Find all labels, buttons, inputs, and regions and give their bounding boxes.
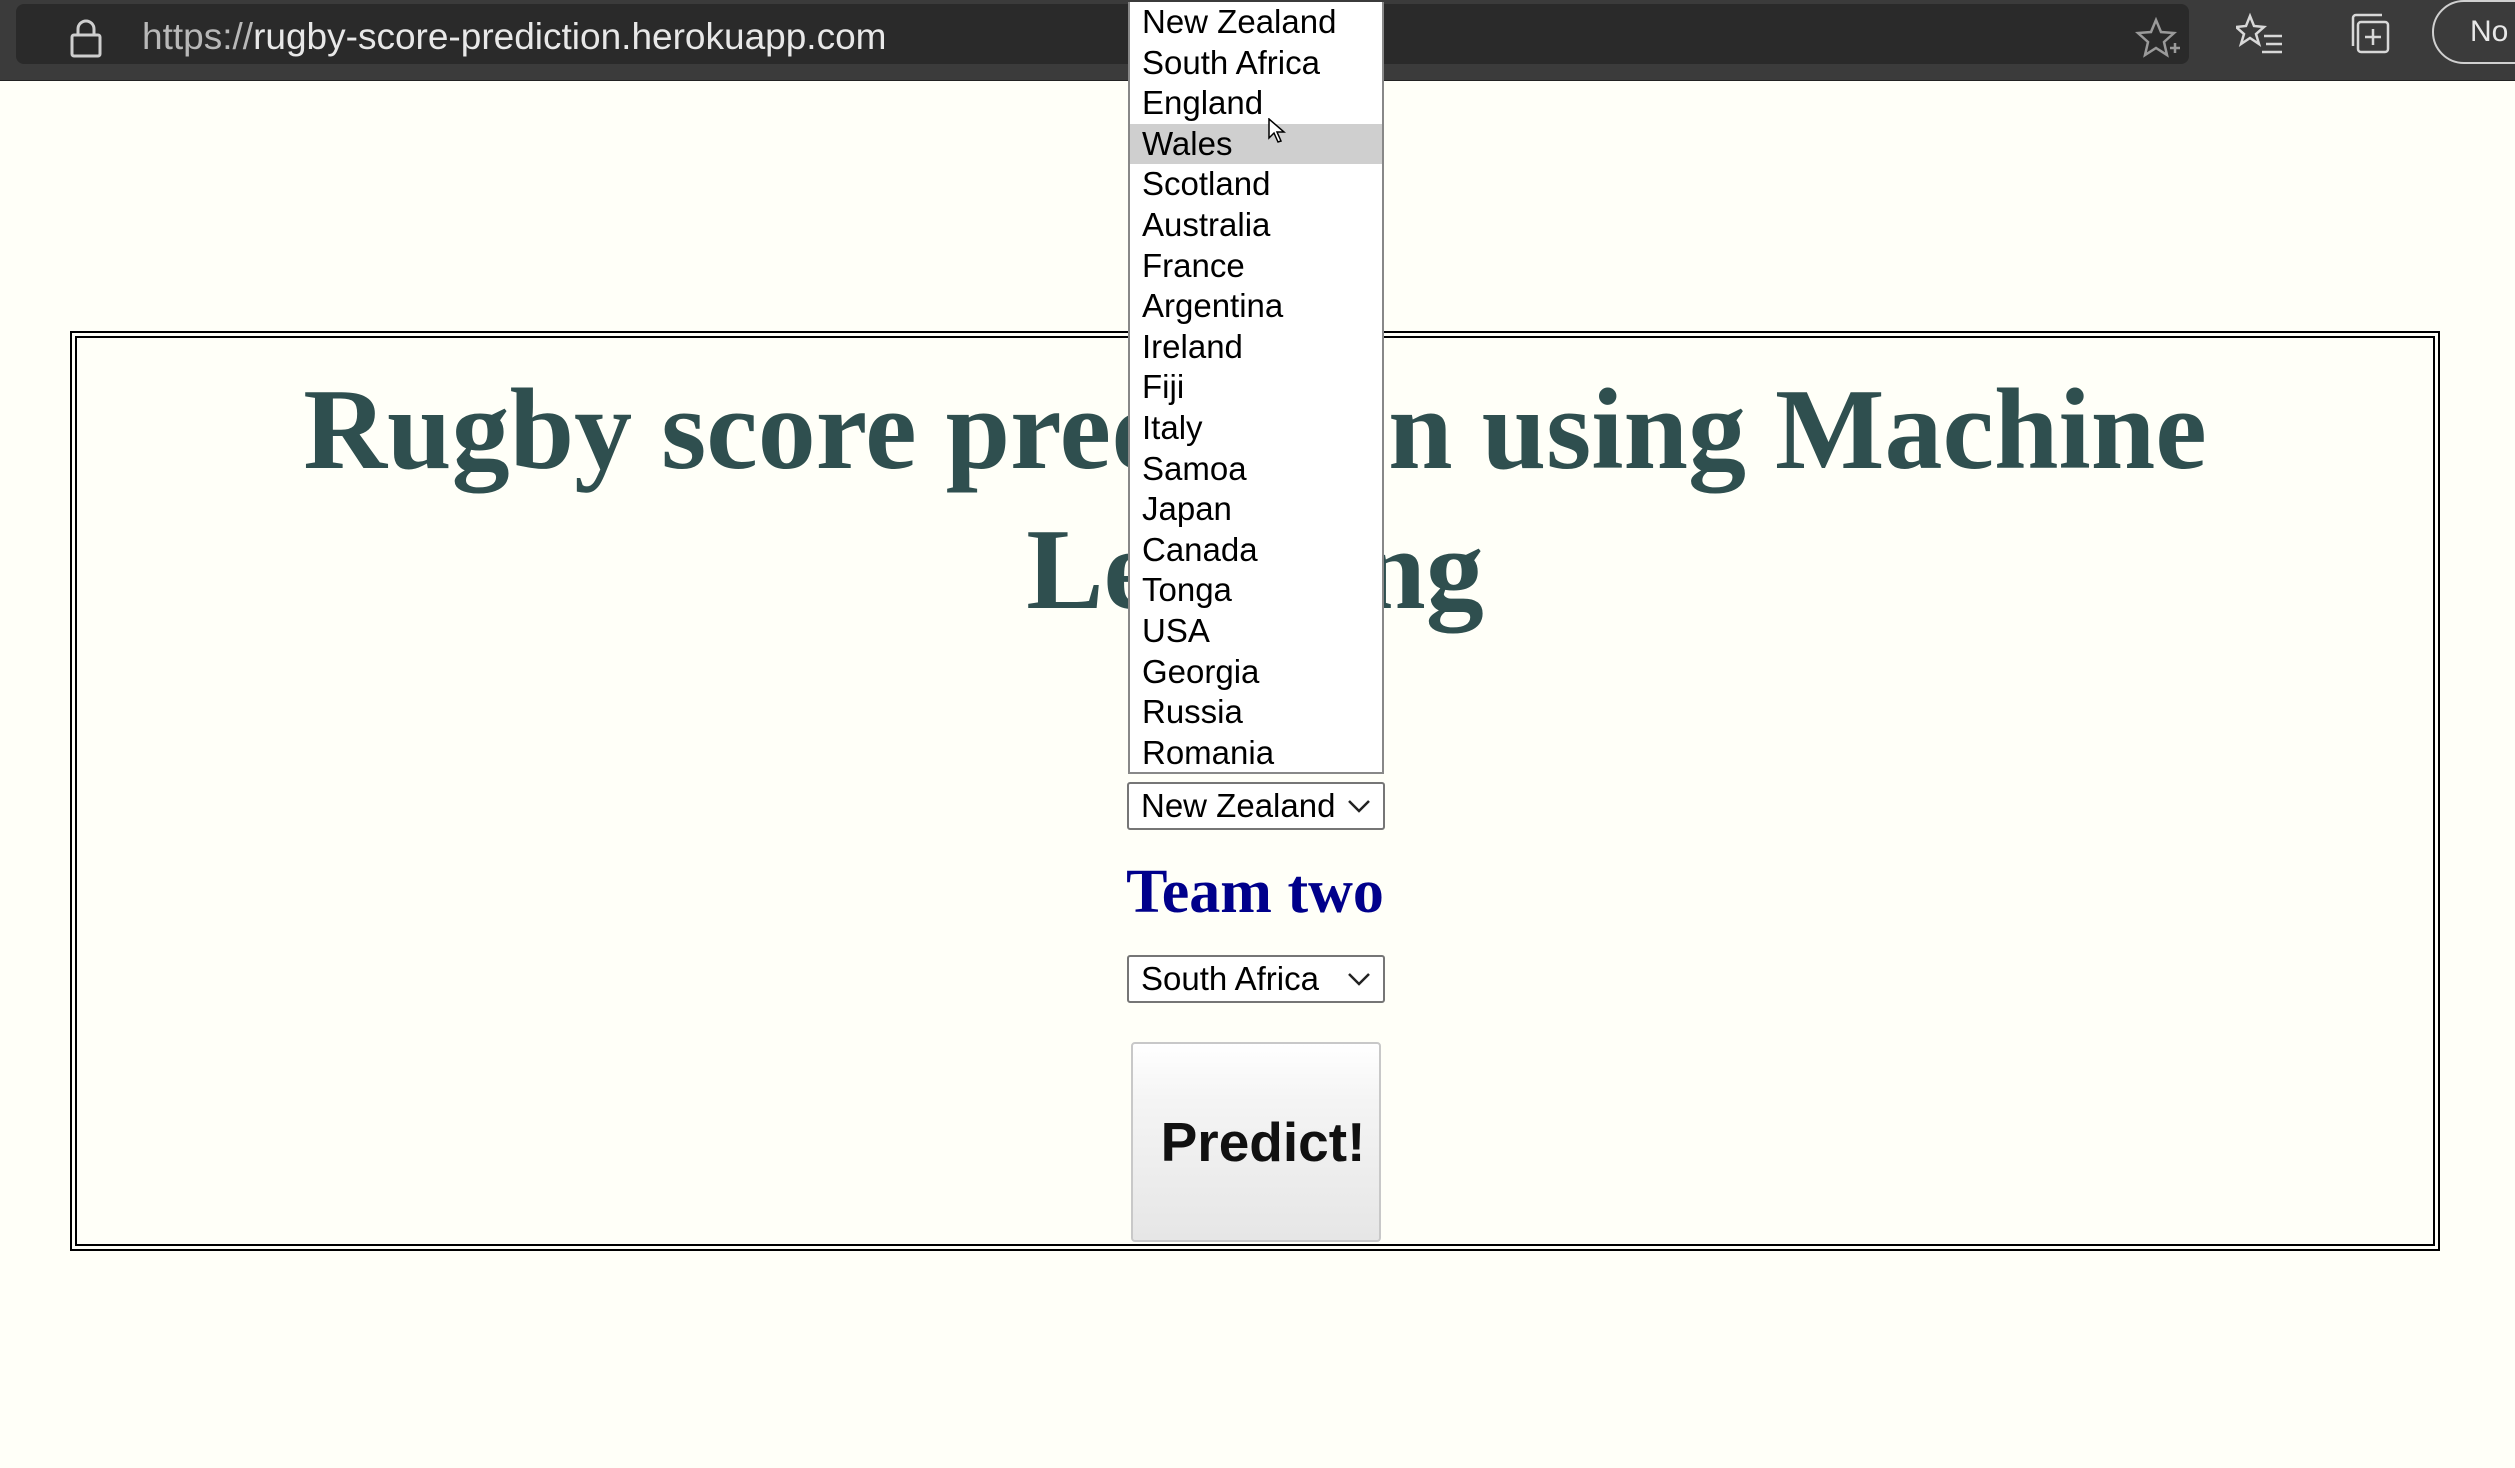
favorites-list-icon[interactable] bbox=[2236, 10, 2284, 58]
team-two-heading: Team two bbox=[1126, 858, 1384, 926]
url-host: rugby-score-prediction.herokuapp.com bbox=[253, 16, 887, 57]
dropdown-option[interactable]: Romania bbox=[1130, 733, 1382, 772]
dropdown-option[interactable]: New Zealand bbox=[1130, 2, 1382, 43]
collections-icon[interactable] bbox=[2348, 10, 2396, 58]
dropdown-option[interactable]: Scotland bbox=[1130, 164, 1382, 205]
dropdown-option[interactable]: Argentina bbox=[1130, 286, 1382, 327]
team-two-select[interactable]: South Africa bbox=[1127, 955, 1385, 1003]
chevron-down-icon bbox=[1348, 973, 1370, 986]
mouse-cursor-icon bbox=[1268, 118, 1286, 143]
dropdown-option[interactable]: Wales bbox=[1130, 123, 1382, 165]
team-two-selected-value: South Africa bbox=[1141, 960, 1319, 997]
dropdown-option[interactable]: England bbox=[1130, 83, 1382, 124]
dropdown-option[interactable]: Fiji bbox=[1130, 367, 1382, 408]
dropdown-option[interactable]: Russia bbox=[1130, 692, 1382, 733]
dropdown-option[interactable]: Italy bbox=[1130, 408, 1382, 449]
dropdown-option[interactable]: Samoa bbox=[1130, 449, 1382, 490]
dropdown-option[interactable]: USA bbox=[1130, 611, 1382, 652]
lock-icon bbox=[70, 19, 102, 58]
dropdown-option[interactable]: Canada bbox=[1130, 530, 1382, 571]
favorite-star-icon[interactable] bbox=[2134, 14, 2182, 62]
dropdown-option[interactable]: South Africa bbox=[1130, 43, 1382, 84]
dropdown-option[interactable]: Ireland bbox=[1130, 327, 1382, 368]
dropdown-option[interactable]: France bbox=[1130, 246, 1382, 287]
profile-button[interactable]: No bbox=[2432, 0, 2515, 64]
url-text[interactable]: https://rugby-score-prediction.herokuapp… bbox=[142, 13, 887, 61]
team-one-select[interactable]: New Zealand bbox=[1127, 782, 1385, 830]
dropdown-option[interactable]: Japan bbox=[1130, 489, 1382, 530]
chevron-down-icon bbox=[1348, 800, 1370, 813]
dropdown-option[interactable]: Australia bbox=[1130, 205, 1382, 246]
address-bar[interactable]: https://rugby-score-prediction.herokuapp… bbox=[16, 4, 2189, 64]
dropdown-option[interactable]: Tonga bbox=[1130, 570, 1382, 611]
team-one-selected-value: New Zealand bbox=[1141, 787, 1336, 824]
team-one-dropdown-list[interactable]: New Zealand South Africa England Wales Scotl… bbox=[1128, 2, 1384, 774]
dropdown-option[interactable]: Georgia bbox=[1130, 652, 1382, 693]
url-protocol: https:// bbox=[142, 16, 254, 57]
predict-button[interactable]: Predict! bbox=[1131, 1042, 1381, 1242]
